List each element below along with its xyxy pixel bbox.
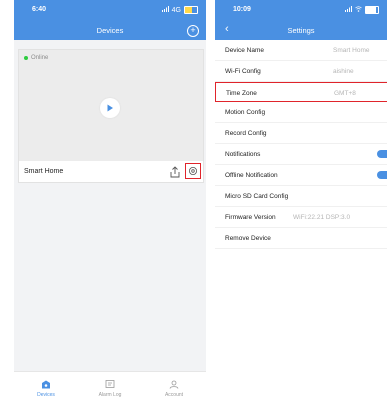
setting-label: Remove Device — [225, 235, 271, 242]
share-icon[interactable] — [169, 165, 181, 178]
setting-label: Time Zone — [226, 90, 257, 97]
setting-row-notifications[interactable]: Notifications — [215, 144, 387, 165]
status-bar: 10:09 — [215, 0, 387, 20]
setting-label: Firmware Version — [225, 214, 276, 221]
tab-account-label: Account — [164, 392, 184, 398]
device-name: Smart Home — [24, 168, 64, 175]
setting-row-firmware-version[interactable]: Firmware Version WiFi:22.21 DSP:3.0 — [215, 207, 387, 228]
online-status-label: Online — [31, 55, 49, 61]
devices-screen: 6:40 4G Devices + Online Smart Home Devi… — [14, 0, 206, 406]
battery-icon — [184, 6, 198, 14]
setting-label: Notifications — [225, 151, 261, 158]
device-card-footer: Smart Home — [19, 161, 203, 182]
add-device-button[interactable]: + — [187, 25, 199, 37]
tab-account[interactable]: Account — [142, 372, 206, 406]
tab-bar: Devices Alarm Log Account — [14, 371, 206, 406]
device-card[interactable]: Online Smart Home — [18, 49, 204, 183]
setting-label: Motion Config — [225, 109, 266, 116]
wifi-icon — [355, 6, 362, 14]
status-indicators: 4G — [161, 6, 198, 14]
nav-bar: ‹ Settings — [215, 20, 387, 40]
setting-value: WiFi:22.21 DSP:3.0 — [293, 214, 351, 221]
setting-row-time-zone[interactable]: Time Zone GMT+8 — [215, 82, 387, 102]
log-icon — [105, 380, 115, 388]
tab-alarm-log-label: Alarm Log — [98, 392, 122, 398]
setting-row-offline-notification[interactable]: Offline Notification — [215, 165, 387, 186]
setting-label: Device Name — [225, 47, 265, 54]
status-time: 6:40 — [32, 6, 47, 13]
device-settings-button[interactable] — [185, 163, 201, 179]
setting-row-device-name[interactable]: Device Name Smart Home — [215, 40, 387, 61]
setting-row-motion-config[interactable]: Motion Config — [215, 102, 387, 123]
setting-row-record-config[interactable]: Record Config — [215, 123, 387, 144]
tab-devices[interactable]: Devices — [14, 372, 78, 406]
signal-icon — [161, 6, 169, 14]
play-button[interactable] — [100, 98, 120, 118]
tab-devices-label: Devices — [37, 392, 55, 398]
signal-icon — [345, 6, 352, 14]
network-type: 4G — [171, 6, 181, 14]
status-time: 10:09 — [233, 6, 251, 13]
setting-label: Wi-Fi Config — [225, 68, 261, 75]
video-preview[interactable]: Online — [19, 50, 203, 161]
page-title: Settings — [287, 26, 315, 35]
setting-label: Offline Notification — [225, 172, 278, 179]
online-status: Online — [24, 55, 48, 61]
nav-bar: Devices + — [14, 20, 206, 40]
setting-row-wi-fi-config[interactable]: Wi-Fi Config aishine — [215, 61, 387, 82]
status-indicators — [345, 6, 379, 14]
settings-list: Device Name Smart Home Wi-Fi Config aishine… — [215, 40, 387, 249]
setting-label: Record Config — [225, 130, 267, 137]
setting-row-remove-device[interactable]: Remove Device — [215, 228, 387, 249]
setting-row-micro-sd-card-config[interactable]: Micro SD Card Config — [215, 186, 387, 207]
camera-icon — [42, 380, 50, 389]
status-bar: 6:40 4G — [14, 0, 206, 20]
setting-label: Micro SD Card Config — [225, 193, 289, 200]
tab-alarm-log[interactable]: Alarm Log — [78, 372, 142, 406]
battery-icon — [365, 6, 379, 14]
gear-icon — [189, 167, 197, 175]
setting-value: aishine — [333, 68, 354, 75]
toggle-switch[interactable] — [377, 150, 387, 158]
setting-value: Smart Home — [333, 47, 370, 54]
status-dot-icon — [24, 56, 28, 60]
toggle-switch[interactable] — [377, 171, 387, 179]
play-icon — [107, 104, 113, 112]
account-icon — [169, 380, 179, 389]
settings-screen: 10:09 ‹ Settings Device Name Smart Home Wi… — [215, 0, 387, 406]
page-title: Devices — [96, 26, 124, 35]
setting-value: GMT+8 — [334, 90, 356, 97]
